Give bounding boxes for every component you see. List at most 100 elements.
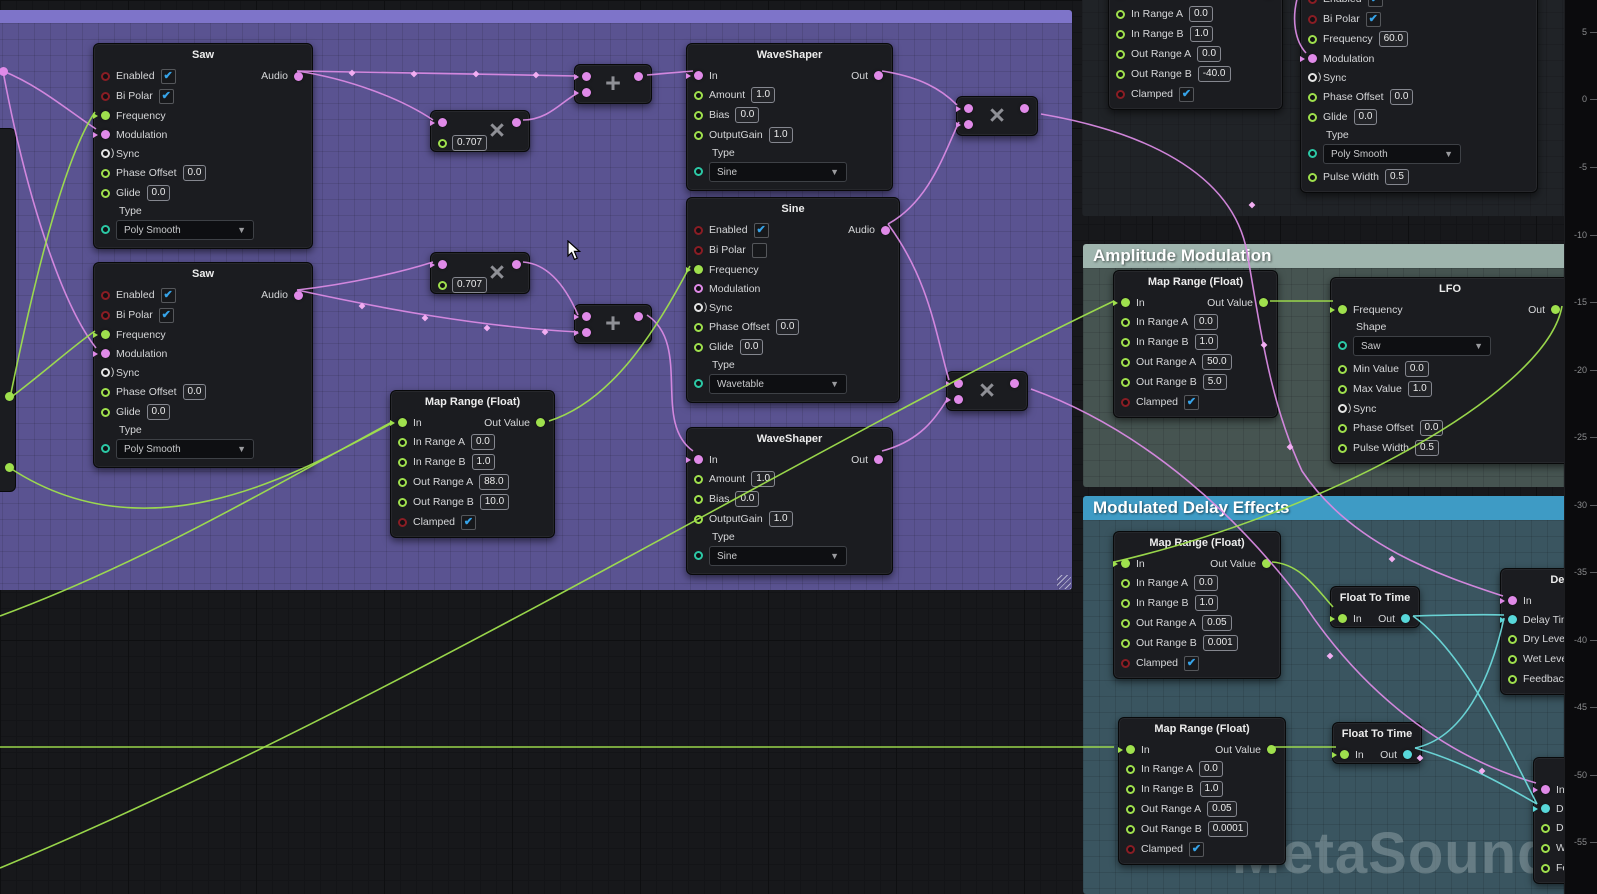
in-input-pin[interactable] [398,418,407,427]
wet-level-input-pin[interactable] [1541,844,1550,853]
out-output-pin[interactable] [874,71,883,80]
node-map-range-main[interactable]: Map Range (Float)InOut ValueIn Range A0.… [390,390,555,538]
value-box[interactable]: 0.0 [735,107,759,123]
bi-polar-input-pin[interactable] [101,92,110,101]
node-lfo[interactable]: LFOFrequencyOutShapeSaw▼Min Value0.0Max … [1330,277,1570,464]
value-box[interactable]: 0.0 [147,404,171,420]
node-osc-top-right[interactable]: Enabled✔Bi Polar✔Frequency60.0Modulation… [1300,0,1538,193]
value-box[interactable]: 50.0 [1202,354,1231,370]
math-input-pin[interactable] [582,312,591,321]
shape-dropdown[interactable]: Saw▼ [1353,336,1491,356]
modulation-input-pin[interactable] [694,284,703,293]
max-value-input-pin[interactable] [1338,385,1347,394]
type-dropdown[interactable]: Poly Smooth▼ [116,439,254,459]
value-box[interactable]: 0.0 [1189,6,1213,22]
sync-input-pin[interactable] [101,368,110,377]
value-box[interactable]: 0.0001 [1208,821,1249,837]
value-box[interactable]: 1.0 [769,511,793,527]
audio-output-pin[interactable] [881,226,890,235]
value-box[interactable]: 0.0 [1197,46,1221,62]
node-float-to-time-1[interactable]: Float To TimeInOut [1330,586,1420,628]
value-box[interactable]: 60.0 [1379,31,1408,47]
pulse-width-input-pin[interactable] [1308,173,1317,182]
edge-output-pin[interactable] [5,392,14,401]
min-value-input-pin[interactable] [1338,365,1347,374]
out-value-output-pin[interactable] [1259,298,1268,307]
out-range-b-input-pin[interactable] [1116,70,1125,79]
node-add-1[interactable]: + [574,64,652,104]
value-box[interactable]: 0.0 [1194,314,1218,330]
node-waveshaper-1[interactable]: WaveShaperInOutAmount1.0Bias0.0OutputGai… [686,43,893,191]
value-box[interactable]: 0.0 [183,384,207,400]
comment-header-amplitude-modulation[interactable]: Amplitude Modulation [1083,244,1572,268]
clamped-input-pin[interactable] [1121,659,1130,668]
value-box[interactable]: 1.0 [1200,781,1224,797]
feedback-input-pin[interactable] [1541,864,1550,873]
node-multiply-1[interactable]: ×0.707 [430,110,530,152]
value-box[interactable]: 1.0 [769,127,793,143]
math-input-pin[interactable] [582,72,591,81]
node-map-range-delay-1[interactable]: Map Range (Float)InOut ValueIn Range A0.… [1113,531,1281,679]
type-input-pin[interactable] [1308,149,1317,158]
comment-header-oscillators[interactable] [0,10,1072,23]
out-value-output-pin[interactable] [1262,559,1271,568]
node-float-to-time-2[interactable]: Float To TimeInOut [1332,722,1422,764]
frequency-input-pin[interactable] [1338,305,1347,314]
type-dropdown[interactable]: Sine▼ [709,162,847,182]
modulation-input-pin[interactable] [1308,54,1317,63]
node-map-range-amp[interactable]: Map Range (Float)InOut ValueIn Range A0.… [1113,270,1278,418]
value-box[interactable]: 0.5 [1415,440,1439,456]
math-out-output-pin[interactable] [634,72,643,81]
value-box[interactable]: 5.0 [1203,374,1227,390]
out-range-b-input-pin[interactable] [1126,825,1135,834]
type-input-pin[interactable] [694,379,703,388]
phase-offset-input-pin[interactable] [694,323,703,332]
value-box[interactable]: 0.0 [1405,361,1429,377]
in-range-b-input-pin[interactable] [1116,30,1125,39]
enabled-checkbox[interactable]: ✔ [1368,0,1383,7]
out-output-pin[interactable] [874,455,883,464]
enabled-input-pin[interactable] [101,72,110,81]
value-box[interactable]: 1.0 [1195,334,1219,350]
node-waveshaper-2[interactable]: WaveShaperInOutAmount1.0Bias0.0OutputGai… [686,427,893,575]
out-range-a-input-pin[interactable] [1121,619,1130,628]
in-range-b-input-pin[interactable] [1126,785,1135,794]
sync-input-pin[interactable] [1308,73,1317,82]
node-map-range-top-right[interactable]: Map Range (Float)InOut ValueIn Range A0.… [1108,0,1283,110]
modulation-input-pin[interactable] [101,349,110,358]
value-box[interactable]: 10.0 [480,494,509,510]
edge-output-pin[interactable] [5,463,14,472]
enabled-input-pin[interactable] [101,291,110,300]
out-range-a-input-pin[interactable] [398,478,407,487]
bi-polar-input-pin[interactable] [101,311,110,320]
type-input-pin[interactable] [694,167,703,176]
sync-input-pin[interactable] [1338,404,1347,413]
math-out-output-pin[interactable] [1020,104,1029,113]
node-multiply-3[interactable]: × [956,96,1038,136]
value-box[interactable]: 0.707 [452,277,487,293]
phase-offset-input-pin[interactable] [101,169,110,178]
operand-input-pin[interactable] [438,281,447,290]
math-out-output-pin[interactable] [634,312,643,321]
node-saw-1[interactable]: SawEnabled✔AudioBi Polar✔FrequencyModula… [93,43,313,249]
math-input-pin[interactable] [438,260,447,269]
in-range-a-input-pin[interactable] [1116,10,1125,19]
delay-time-input-pin[interactable] [1541,804,1550,813]
out-output-pin[interactable] [1403,750,1412,759]
value-box[interactable]: 1.0 [751,87,775,103]
math-input-pin[interactable] [582,328,591,337]
bias-input-pin[interactable] [694,495,703,504]
node-multiply-2[interactable]: ×0.707 [430,252,530,294]
type-dropdown[interactable]: Poly Smooth▼ [1323,144,1461,164]
delay-time-input-pin[interactable] [1508,615,1517,624]
value-box[interactable]: 0.0 [183,165,207,181]
operand-input-pin[interactable] [438,139,447,148]
value-box[interactable]: 0.707 [452,135,487,151]
glide-input-pin[interactable] [101,189,110,198]
phase-offset-input-pin[interactable] [101,388,110,397]
audio-output-pin[interactable] [294,72,303,81]
value-box[interactable]: -40.0 [1198,66,1231,82]
math-out-output-pin[interactable] [512,260,521,269]
enabled-checkbox[interactable]: ✔ [754,223,769,238]
enabled-input-pin[interactable] [1308,0,1317,4]
